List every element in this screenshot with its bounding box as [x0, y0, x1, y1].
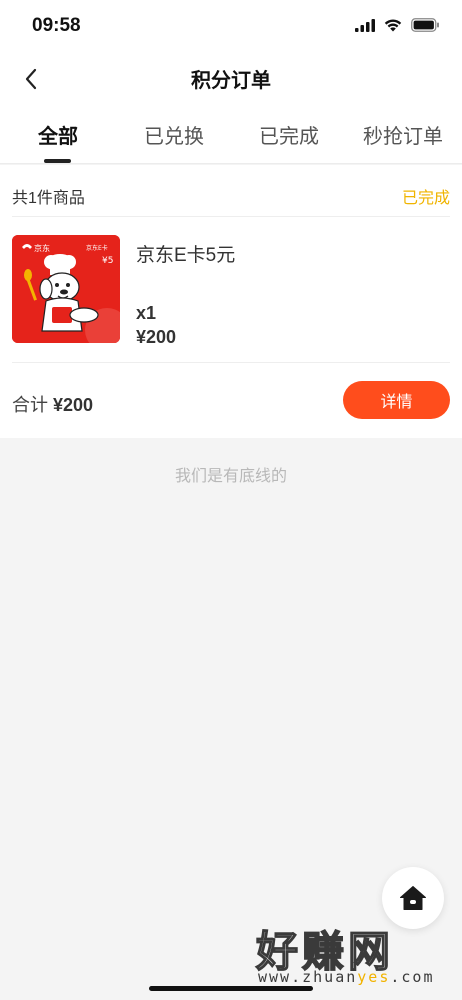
- total-value: ¥200: [53, 395, 94, 415]
- signal-icon: [355, 18, 375, 32]
- tab-all[interactable]: 全部: [38, 120, 78, 149]
- home-icon: [400, 886, 426, 910]
- status-bar: 09:58: [0, 0, 462, 56]
- watermark-url-prefix: www.zhuan: [258, 968, 358, 986]
- order-status-badge: 已完成: [401, 190, 450, 207]
- home-button[interactable]: [382, 867, 444, 929]
- page-title: 积分订单: [191, 70, 271, 92]
- watermark-url-highlight: yes: [357, 968, 391, 986]
- order-footer: 合计 ¥200 详情: [12, 363, 450, 438]
- product-price: ¥200: [136, 327, 177, 347]
- battery-icon: [411, 18, 439, 32]
- order-tabs: 全部 已兑换 已完成 秒抢订单: [0, 102, 462, 164]
- order-total: 合计 ¥200: [12, 391, 93, 417]
- tab-flash-orders[interactable]: 秒抢订单: [363, 120, 443, 149]
- product-row[interactable]: 京东 京东E卡 ¥5 京东E卡5元 x1 ¥200: [12, 217, 450, 363]
- tab-indicator: [44, 159, 71, 163]
- card-brand-text: 京东: [34, 243, 50, 253]
- order-header: 共1件商品 已完成: [12, 165, 450, 217]
- watermark-main-text: 好赚网: [255, 926, 395, 977]
- status-time: 09:58: [32, 15, 81, 36]
- tab-redeemed[interactable]: 已兑换: [144, 120, 204, 149]
- watermark: 好赚网 www.zhuanyes.com: [252, 918, 452, 990]
- total-label: 合计: [12, 395, 48, 415]
- wifi-icon: [384, 19, 402, 32]
- nav-bar: 积分订单: [0, 56, 462, 102]
- jd-ecard-image: 京东 京东E卡 ¥5: [12, 235, 120, 343]
- end-of-list-text: 我们是有底线的: [174, 468, 287, 485]
- card-label-text: 京东E卡: [86, 244, 108, 252]
- product-name: 京东E卡5元: [136, 245, 236, 266]
- watermark-url-suffix: .com: [390, 968, 435, 986]
- status-icons: [355, 18, 440, 32]
- item-count: 共1件商品: [12, 190, 85, 207]
- tab-completed[interactable]: 已完成: [259, 120, 319, 149]
- product-quantity: x1: [136, 303, 157, 323]
- card-value-text: ¥5: [102, 256, 113, 266]
- home-indicator: [149, 986, 313, 991]
- detail-button[interactable]: 详情: [343, 381, 450, 419]
- product-image: 京东 京东E卡 ¥5: [12, 235, 120, 343]
- order-card[interactable]: 共1件商品 已完成 京东 京东E卡 ¥5 京东E卡5元 x1 ¥200 合计 ¥…: [0, 165, 462, 438]
- watermark-url: www.zhuanyes.com: [258, 968, 435, 986]
